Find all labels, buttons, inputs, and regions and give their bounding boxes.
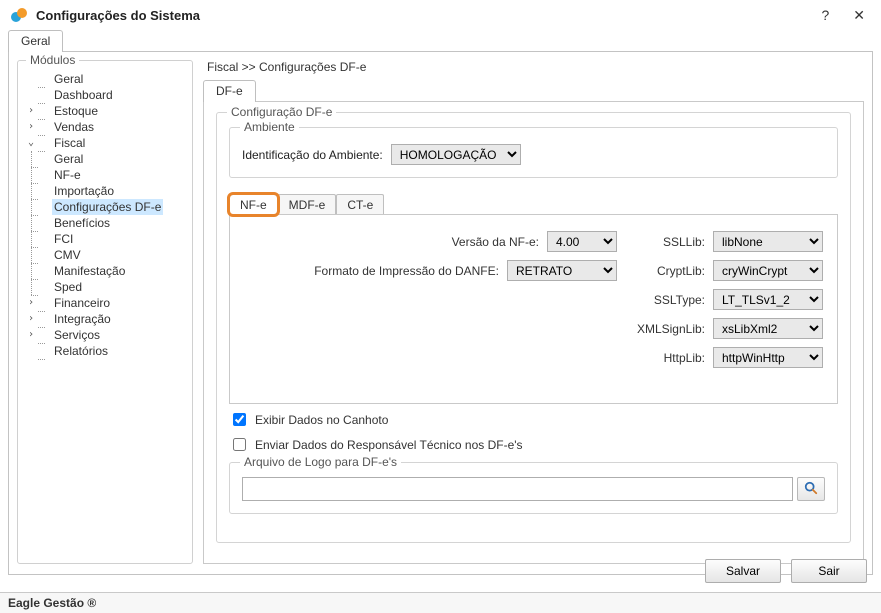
tree-item-label: Geral (52, 151, 85, 167)
cryptlib-select[interactable]: cryWinCrypt (713, 260, 823, 281)
tree-item-label: Serviços (52, 327, 102, 343)
search-icon (804, 481, 818, 498)
cryptlib-label: CryptLib: (657, 264, 705, 278)
tree-item-label: NF-e (52, 167, 83, 183)
exit-button[interactable]: Sair (791, 559, 867, 583)
tab-dfe[interactable]: DF-e (203, 80, 256, 102)
tree-item-label: CMV (52, 247, 83, 263)
danfe-label: Formato de Impressão do DANFE: (314, 264, 499, 278)
tree-item-label: Financeiro (52, 295, 112, 311)
window-title: Configurações do Sistema (36, 8, 821, 23)
chevron-right-icon[interactable]: › (24, 327, 38, 343)
enviar-resp-label[interactable]: Enviar Dados do Responsável Técnico nos … (255, 438, 523, 452)
tree-item-label: Manifestação (52, 263, 127, 279)
inner-tab-nfe[interactable]: NF-e (229, 194, 278, 215)
modules-legend: Módulos (26, 53, 79, 67)
chevron-right-icon[interactable]: › (24, 119, 38, 135)
ambiente-label: Identificação do Ambiente: (242, 148, 383, 162)
httplib-select[interactable]: httpWinHttp (713, 347, 823, 368)
tree-item-label: Dashboard (52, 87, 115, 103)
tree-item[interactable]: › Financeiro (24, 295, 186, 311)
tree-item-label: Importação (52, 183, 116, 199)
tree-item[interactable]: ⌄ Fiscal (24, 135, 186, 151)
chevron-right-icon[interactable]: › (24, 103, 38, 119)
tree-item[interactable]: › Estoque (24, 103, 186, 119)
ambiente-select[interactable]: HOMOLOGAÇÃO (391, 144, 521, 165)
close-button[interactable]: ✕ (853, 7, 865, 24)
tree-item-label: Vendas (52, 119, 96, 135)
chevron-right-icon[interactable]: › (24, 311, 38, 327)
tree-item[interactable]: Relatórios (24, 343, 186, 359)
ambiente-legend: Ambiente (240, 120, 299, 134)
status-bar: Eagle Gestão ® (0, 592, 881, 613)
tree-item[interactable]: Manifestação (24, 263, 186, 279)
chevron-right-icon[interactable]: › (24, 295, 38, 311)
breadcrumb: Fiscal >> Configurações DF-e (207, 60, 864, 74)
tree-item[interactable]: Benefícios (24, 215, 186, 231)
config-legend: Configuração DF-e (227, 105, 336, 119)
versao-select[interactable]: 4.00 (547, 231, 617, 252)
tree-item[interactable]: › Serviços (24, 327, 186, 343)
logo-legend: Arquivo de Logo para DF-e's (240, 455, 401, 469)
tree-item[interactable]: CMV (24, 247, 186, 263)
ssltype-select[interactable]: LT_TLSv1_2 (713, 289, 823, 310)
exibir-canhoto-label[interactable]: Exibir Dados no Canhoto (255, 413, 388, 427)
tree-item[interactable]: FCI (24, 231, 186, 247)
ssllib-label: SSLLib: (663, 235, 705, 249)
danfe-select[interactable]: RETRATO (507, 260, 617, 281)
logo-path-input[interactable] (242, 477, 793, 501)
tree-item-label: Geral (52, 71, 85, 87)
tree-item-label: Benefícios (52, 215, 112, 231)
tree-item-label: Configurações DF-e (52, 199, 163, 215)
tree-item-label: Sped (52, 279, 84, 295)
ssllib-select[interactable]: libNone (713, 231, 823, 252)
tree-item[interactable]: Sped (24, 279, 186, 295)
chevron-down-icon[interactable]: ⌄ (24, 135, 38, 151)
tree-item-label: FCI (52, 231, 75, 247)
help-button[interactable]: ? (821, 7, 829, 24)
versao-label: Versão da NF-e: (452, 235, 539, 249)
httplib-label: HttpLib: (664, 351, 705, 365)
exibir-canhoto-checkbox[interactable] (233, 413, 246, 426)
tree-item[interactable]: Importação (24, 183, 186, 199)
inner-tab-cte[interactable]: CT-e (336, 194, 384, 215)
ssltype-label: SSLType: (654, 293, 705, 307)
tree-item[interactable]: NF-e (24, 167, 186, 183)
modules-groupbox: Módulos GeralDashboard›Estoque›Vendas⌄Fi… (17, 60, 193, 564)
tree-item-label: Relatórios (52, 343, 110, 359)
xmlsignlib-select[interactable]: xsLibXml2 (713, 318, 823, 339)
tree-item[interactable]: Configurações DF-e (24, 199, 186, 215)
xmlsignlib-label: XMLSignLib: (637, 322, 705, 336)
tree-item[interactable]: › Vendas (24, 119, 186, 135)
tree-item[interactable]: Geral (24, 151, 186, 167)
tree-item[interactable]: Geral (24, 71, 186, 87)
tree-item[interactable]: › Integração (24, 311, 186, 327)
save-button[interactable]: Salvar (705, 559, 781, 583)
tree-item[interactable]: Dashboard (24, 87, 186, 103)
tree-item-label: Estoque (52, 103, 100, 119)
app-logo-icon (10, 6, 28, 24)
tree-item-label: Fiscal (52, 135, 87, 151)
enviar-resp-checkbox[interactable] (233, 438, 246, 451)
tab-geral[interactable]: Geral (8, 30, 63, 52)
browse-logo-button[interactable] (797, 477, 825, 501)
tree-item-label: Integração (52, 311, 113, 327)
inner-tab-mdfe[interactable]: MDF-e (278, 194, 337, 215)
